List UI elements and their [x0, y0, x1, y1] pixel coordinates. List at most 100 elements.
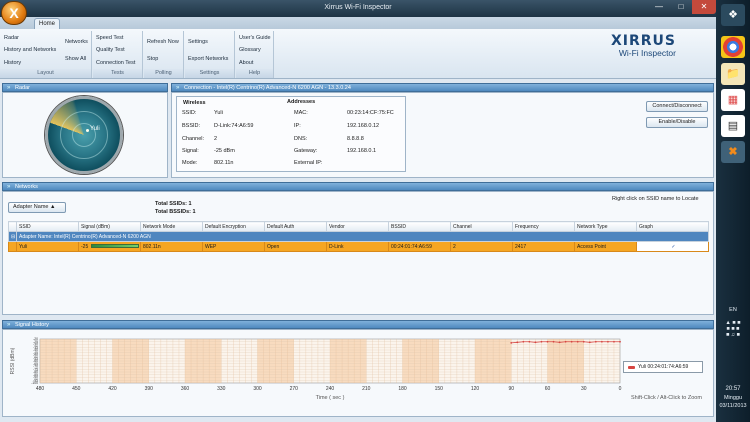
x-tick-label: 480 [36, 386, 45, 392]
column-header-network-type[interactable]: Network Type [574, 221, 637, 232]
mac-label: MAC: [294, 110, 308, 116]
gateway-label: Gateway: [294, 148, 318, 154]
radar-panel-header[interactable]: Radar [2, 83, 168, 93]
settings-button[interactable]: Settings [188, 39, 208, 45]
tab-home[interactable]: Home [34, 18, 60, 29]
file-explorer-icon[interactable]: 📁 [721, 63, 745, 85]
chrome-icon[interactable] [721, 36, 745, 58]
clock-date[interactable]: 03/11/2013 [716, 403, 750, 409]
taskbar: ❖ 📁 ▦ ▤ ✖ EN ▲ ■ ■ ■ ■ ■ ■ ♫ ■ 20:57 Mingg… [716, 0, 750, 422]
signal-value: -25 dBm [214, 148, 235, 154]
table-row[interactable]: Yuli -25 802.11n WEP Open D-Link 00:24:0… [8, 241, 709, 252]
ribbon-group-help: User's Guide Glossary About Help [236, 31, 274, 78]
title-bar: Xirrus Wi-Fi Inspector — □ ✕ [0, 0, 716, 17]
cell-bssid: 00:24:01:74:A6:59 [388, 241, 451, 252]
users-guide-button[interactable]: User's Guide [239, 35, 271, 41]
x-tick-label: 210 [362, 386, 371, 392]
addresses-heading: Addresses [287, 99, 316, 105]
layout-networks-button[interactable]: Networks [65, 39, 88, 45]
cell-encryption: WEP [202, 241, 265, 252]
table-group-row[interactable]: ⊟ Adapter Name: Intel(R) Centrino(R) Adv… [8, 231, 709, 242]
ssid-label: SSID: [182, 110, 197, 116]
cell-network-type: Access Point [574, 241, 637, 252]
tray-icons[interactable]: ▲ ■ ■ ■ ■ ■ ■ ♫ ■ [716, 320, 750, 338]
x-tick-label: 0 [619, 386, 622, 392]
total-bssids: Total BSSIDs: 1 [155, 209, 196, 215]
clock-time[interactable]: 20:57 [716, 386, 750, 392]
column-header-network-mode[interactable]: Network Mode [140, 221, 203, 232]
connection-panel-header[interactable]: Connection - Intel(R) Centrino(R) Advanc… [171, 83, 714, 93]
layout-history-networks-button[interactable]: History and Networks [4, 47, 56, 53]
minimize-button[interactable]: — [648, 0, 670, 14]
radar-network-dot[interactable] [86, 129, 89, 132]
stop-button[interactable]: Stop [147, 56, 158, 62]
signal-data-point [546, 340, 549, 343]
connection-test-button[interactable]: Connection Test [96, 60, 135, 66]
signal-history-panel-header[interactable]: Signal History [2, 320, 714, 330]
enable-disable-button[interactable]: Enable/Disable [646, 117, 708, 128]
xirrus-logo: XIRRUS Wi-Fi Inspector [611, 33, 676, 58]
clock-day[interactable]: Minggu [716, 395, 750, 401]
cell-graph-checkbox[interactable]: ✓ [636, 241, 709, 252]
app-menu-icon[interactable]: X [1, 1, 27, 25]
ribbon-group-layout: Radar History and Networks History Netwo… [0, 31, 92, 78]
maximize-button[interactable]: □ [670, 0, 692, 14]
channel-label: Channel: [182, 136, 205, 142]
gateway-value: 192.168.0.1 [347, 148, 377, 154]
column-header-channel[interactable]: Channel [450, 221, 513, 232]
connect-disconnect-button[interactable]: Connect/Disconnect [646, 101, 708, 112]
ribbon: Radar History and Networks History Netwo… [0, 29, 716, 79]
about-button[interactable]: About [239, 60, 253, 66]
windows-start-icon[interactable]: ❖ [721, 4, 745, 26]
column-header-vendor[interactable]: Vendor [326, 221, 389, 232]
signal-data-point [540, 340, 543, 343]
column-header-auth[interactable]: Default Auth [264, 221, 327, 232]
layout-show-all-button[interactable]: Show All [65, 56, 86, 62]
cell-channel: 2 [450, 241, 513, 252]
chart-legend[interactable]: Yuli 00:24:01:74:A6:59 [623, 361, 703, 373]
table-header-row: SSID Signal (dBm) Network Mode Default E… [8, 221, 709, 232]
document-icon[interactable]: ▤ [721, 115, 745, 137]
x-tick-label: 180 [398, 386, 407, 392]
language-indicator[interactable]: EN [716, 307, 750, 313]
signal-data-point [582, 340, 585, 343]
refresh-now-button[interactable]: Refresh Now [147, 39, 179, 45]
x-tick-label: 420 [108, 386, 117, 392]
column-header-ssid[interactable]: SSID [16, 221, 79, 232]
column-header-graph[interactable]: Graph [636, 221, 709, 232]
signal-data-point [564, 340, 567, 343]
export-networks-button[interactable]: Export Networks [188, 56, 228, 62]
close-button[interactable]: ✕ [692, 0, 716, 14]
group-label-settings: Settings [185, 69, 234, 78]
networks-panel-header[interactable]: Networks [2, 182, 714, 192]
signal-data-point [534, 341, 537, 344]
layout-radar-button[interactable]: Radar [4, 35, 19, 41]
x-tick-label: 330 [217, 386, 226, 392]
group-row-label: Adapter Name: Intel(R) Centrino(R) Advan… [16, 231, 709, 242]
radar-display[interactable]: Yuli [45, 96, 123, 174]
group-label-polling: Polling [144, 69, 183, 78]
dns-label: DNS: [294, 136, 308, 142]
cell-ssid[interactable]: Yuli [16, 241, 79, 252]
signal-data-point [588, 341, 591, 344]
networks-panel [2, 191, 714, 315]
glossary-button[interactable]: Glossary [239, 47, 261, 53]
cell-auth: Open [264, 241, 327, 252]
layout-history-button[interactable]: History [4, 60, 21, 66]
connection-info-box [176, 96, 406, 172]
speed-test-button[interactable]: Speed Test [96, 35, 123, 41]
signal-data-point [594, 340, 597, 343]
signal-history-chart[interactable]: -20-25-30-35-40-45-50-55-60-65-70-75-80-… [8, 333, 708, 415]
column-header-bssid[interactable]: BSSID [388, 221, 451, 232]
total-ssids: Total SSIDs: 1 [155, 201, 192, 207]
app-grid-icon[interactable]: ▦ [721, 89, 745, 111]
signal-data-point [607, 340, 609, 343]
quality-test-button[interactable]: Quality Test [96, 47, 125, 53]
xirrus-taskbar-icon[interactable]: ✖ [721, 141, 745, 163]
column-header-signal[interactable]: Signal (dBm) [78, 221, 141, 232]
column-header-encryption[interactable]: Default Encryption [202, 221, 265, 232]
column-header-frequency[interactable]: Frequency [512, 221, 575, 232]
adapter-name-sort-button[interactable]: Adapter Name ▲ [8, 202, 66, 213]
group-collapse-icon[interactable]: ⊟ [8, 231, 17, 242]
signal-data-point [570, 340, 573, 343]
